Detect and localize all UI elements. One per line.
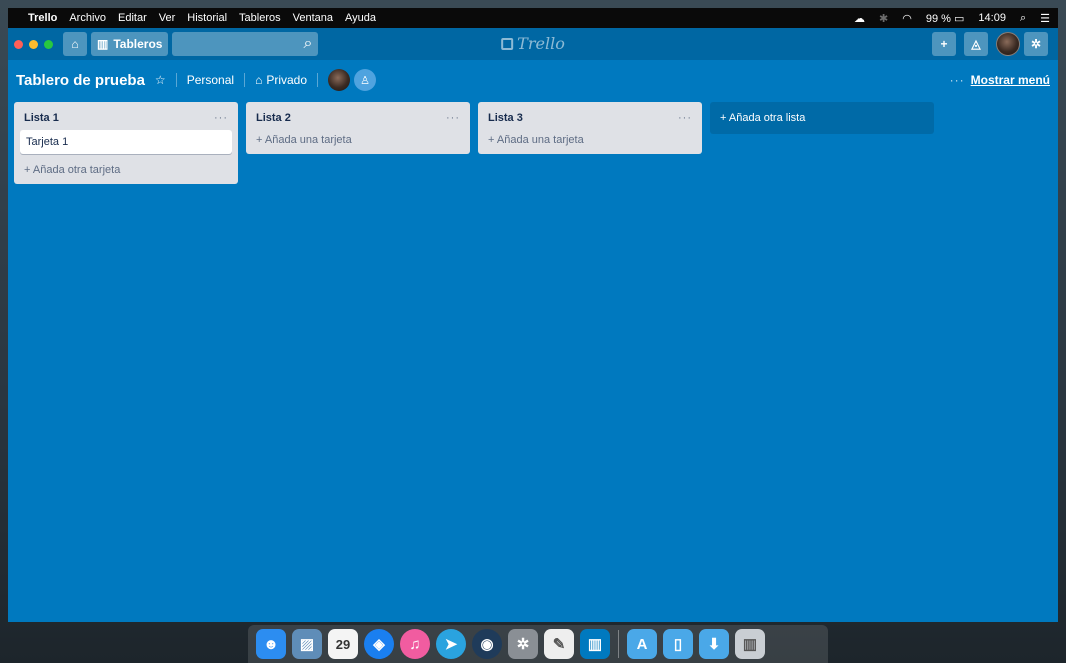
dock-separator xyxy=(618,630,619,658)
search-input[interactable] xyxy=(172,37,283,51)
steam-icon[interactable]: ◉ xyxy=(472,629,502,659)
window-controls xyxy=(14,39,53,49)
more-icon: ··· xyxy=(949,73,965,87)
board-header: Tablero de prueba ☆ Personal ⌂ Privado ♙… xyxy=(8,60,1058,100)
trello-logo[interactable]: Trello xyxy=(501,34,565,53)
system-preferences-icon[interactable]: ✲ xyxy=(508,629,538,659)
home-icon: ⌂ xyxy=(71,37,79,51)
divider xyxy=(317,73,318,87)
list-title[interactable]: Lista 1 xyxy=(24,112,59,124)
menu-archivo[interactable]: Archivo xyxy=(69,12,106,24)
menu-app-trello[interactable]: Trello xyxy=(28,12,57,24)
add-card-button[interactable]: + Añada otra tarjeta xyxy=(20,160,232,178)
home-button[interactable]: ⌂ xyxy=(63,32,87,56)
visibility-label: Privado xyxy=(266,73,307,87)
plus-icon: + xyxy=(940,37,948,51)
minimize-window-button[interactable] xyxy=(29,39,38,49)
notification-center-icon[interactable]: ☰ xyxy=(1040,12,1050,25)
list-header: Lista 3 ··· xyxy=(484,108,696,130)
calendar-icon[interactable]: 29 xyxy=(328,629,358,659)
card[interactable]: Tarjeta 1 xyxy=(20,130,232,154)
zoom-window-button[interactable] xyxy=(44,39,53,49)
list-menu-icon[interactable]: ··· xyxy=(678,112,692,124)
trash-icon[interactable]: ▥ xyxy=(735,629,765,659)
list-menu-icon[interactable]: ··· xyxy=(446,112,460,124)
search-box[interactable]: ⌕ xyxy=(172,32,319,56)
menu-tableros[interactable]: Tableros xyxy=(239,12,281,24)
invite-member-button[interactable]: ♙ xyxy=(354,69,376,91)
boards-label: Tableros xyxy=(113,37,163,51)
downloads-folder-icon[interactable]: ⬇ xyxy=(699,629,729,659)
star-icon[interactable]: ☆ xyxy=(155,73,166,87)
add-list-button[interactable]: + Añada otra lista xyxy=(710,102,934,134)
itunes-icon[interactable]: ♫ xyxy=(400,629,430,659)
menu-ver[interactable]: Ver xyxy=(159,12,176,24)
telegram-icon[interactable]: ➤ xyxy=(436,629,466,659)
clock[interactable]: 14:09 xyxy=(978,12,1006,24)
list-title[interactable]: Lista 3 xyxy=(488,112,523,124)
search-icon[interactable]: ⌕ xyxy=(304,35,313,53)
divider xyxy=(175,73,177,87)
menu-ayuda[interactable]: Ayuda xyxy=(345,12,376,24)
macos-dock: ☻ ▨ 29 ◈ ♫ ➤ ◉ ✲ ✎ ▥ A ▯ ⬇ ▥ xyxy=(248,625,828,663)
battery-status[interactable]: 99 % ▭ xyxy=(926,12,965,25)
bell-icon: ◬ xyxy=(971,37,981,51)
safari-icon[interactable]: ◈ xyxy=(364,629,394,659)
add-card-button[interactable]: + Añada una tarjeta xyxy=(484,130,696,148)
team-button[interactable]: Personal xyxy=(187,73,234,87)
list-title[interactable]: Lista 2 xyxy=(256,112,291,124)
trello-logo-icon xyxy=(501,37,514,50)
spotlight-icon[interactable]: ⌕ xyxy=(1020,12,1026,25)
wifi-icon[interactable]: ◠ xyxy=(902,12,912,25)
add-member-icon: ♙ xyxy=(360,74,370,87)
list-header: Lista 2 ··· xyxy=(252,108,464,130)
gear-icon: ✲ xyxy=(1030,37,1042,51)
documents-folder-icon[interactable]: ▯ xyxy=(663,629,693,659)
bluetooth-icon[interactable]: ✱ xyxy=(879,12,888,25)
member-avatar[interactable] xyxy=(328,69,350,91)
textedit-icon[interactable]: ✎ xyxy=(544,629,574,659)
trello-logo-text: Trello xyxy=(517,34,565,53)
list-menu-icon[interactable]: ··· xyxy=(214,112,228,124)
list-1: Lista 1 ··· Tarjeta 1 + Añada otra tarje… xyxy=(14,102,238,184)
list-2: Lista 2 ··· + Añada una tarjeta xyxy=(246,102,470,154)
cloud-icon[interactable]: ☁ xyxy=(854,12,865,25)
lists-container: Lista 1 ··· Tarjeta 1 + Añada otra tarje… xyxy=(14,102,934,184)
battery-percent: 99 % xyxy=(925,12,951,25)
calendar-day: 29 xyxy=(335,636,351,652)
menu-ventana[interactable]: Ventana xyxy=(293,12,333,24)
user-avatar[interactable] xyxy=(996,32,1020,56)
settings-button[interactable]: ✲ xyxy=(1024,32,1048,56)
close-window-button[interactable] xyxy=(14,39,23,49)
menu-editar[interactable]: Editar xyxy=(118,12,147,24)
divider xyxy=(244,73,246,87)
show-menu-label: Mostrar menú xyxy=(970,73,1050,87)
list-3: Lista 3 ··· + Añada una tarjeta xyxy=(478,102,702,154)
applications-folder-icon[interactable]: A xyxy=(627,629,657,659)
battery-icon: ▭ xyxy=(954,12,965,25)
boards-icon: ▥ xyxy=(97,37,109,51)
show-menu-button[interactable]: ··· Mostrar menú xyxy=(950,73,1050,87)
visibility-button[interactable]: ⌂ Privado xyxy=(255,73,307,87)
team-label: Personal xyxy=(186,73,235,87)
menu-historial[interactable]: Historial xyxy=(187,12,227,24)
trello-header: ⌂ ▥ Tableros ⌕ Trello + ◬ ✲ xyxy=(8,28,1058,60)
finder-icon[interactable]: ☻ xyxy=(256,629,286,659)
lock-icon: ⌂ xyxy=(255,73,263,87)
preview-icon[interactable]: ▨ xyxy=(292,629,322,659)
notifications-button[interactable]: ◬ xyxy=(964,32,988,56)
trello-icon[interactable]: ▥ xyxy=(580,629,610,659)
add-button[interactable]: + xyxy=(932,32,956,56)
board-title[interactable]: Tablero de prueba xyxy=(16,72,145,89)
macos-menu-bar: Trello Archivo Editar Ver Historial Tabl… xyxy=(8,8,1058,28)
list-header: Lista 1 ··· xyxy=(20,108,232,130)
boards-button[interactable]: ▥ Tableros xyxy=(91,32,169,56)
trello-window: ⌂ ▥ Tableros ⌕ Trello + ◬ ✲ Tablero de p… xyxy=(8,28,1058,622)
add-card-button[interactable]: + Añada una tarjeta xyxy=(252,130,464,148)
